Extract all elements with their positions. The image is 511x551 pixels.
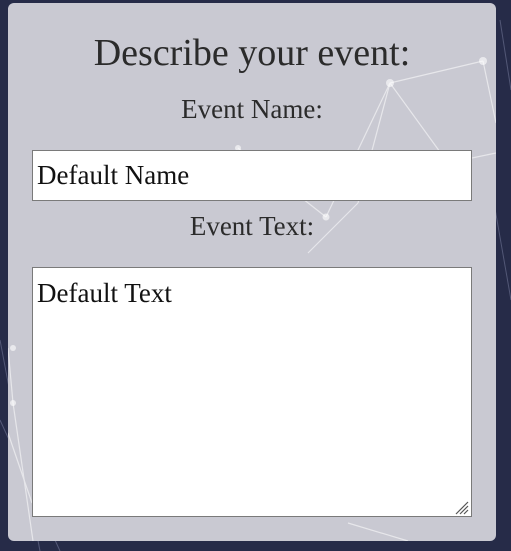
event-text-textarea[interactable]: Default Text (32, 267, 472, 517)
event-name-label: Event Name: (181, 94, 323, 124)
resize-grip-icon[interactable] (453, 499, 469, 515)
event-text-label: Event Text: (189, 211, 315, 241)
event-form-panel: Describe your event: Event Name: Event T… (8, 3, 496, 541)
event-name-input[interactable] (32, 150, 472, 201)
form-heading: Describe your event: (93, 32, 411, 74)
